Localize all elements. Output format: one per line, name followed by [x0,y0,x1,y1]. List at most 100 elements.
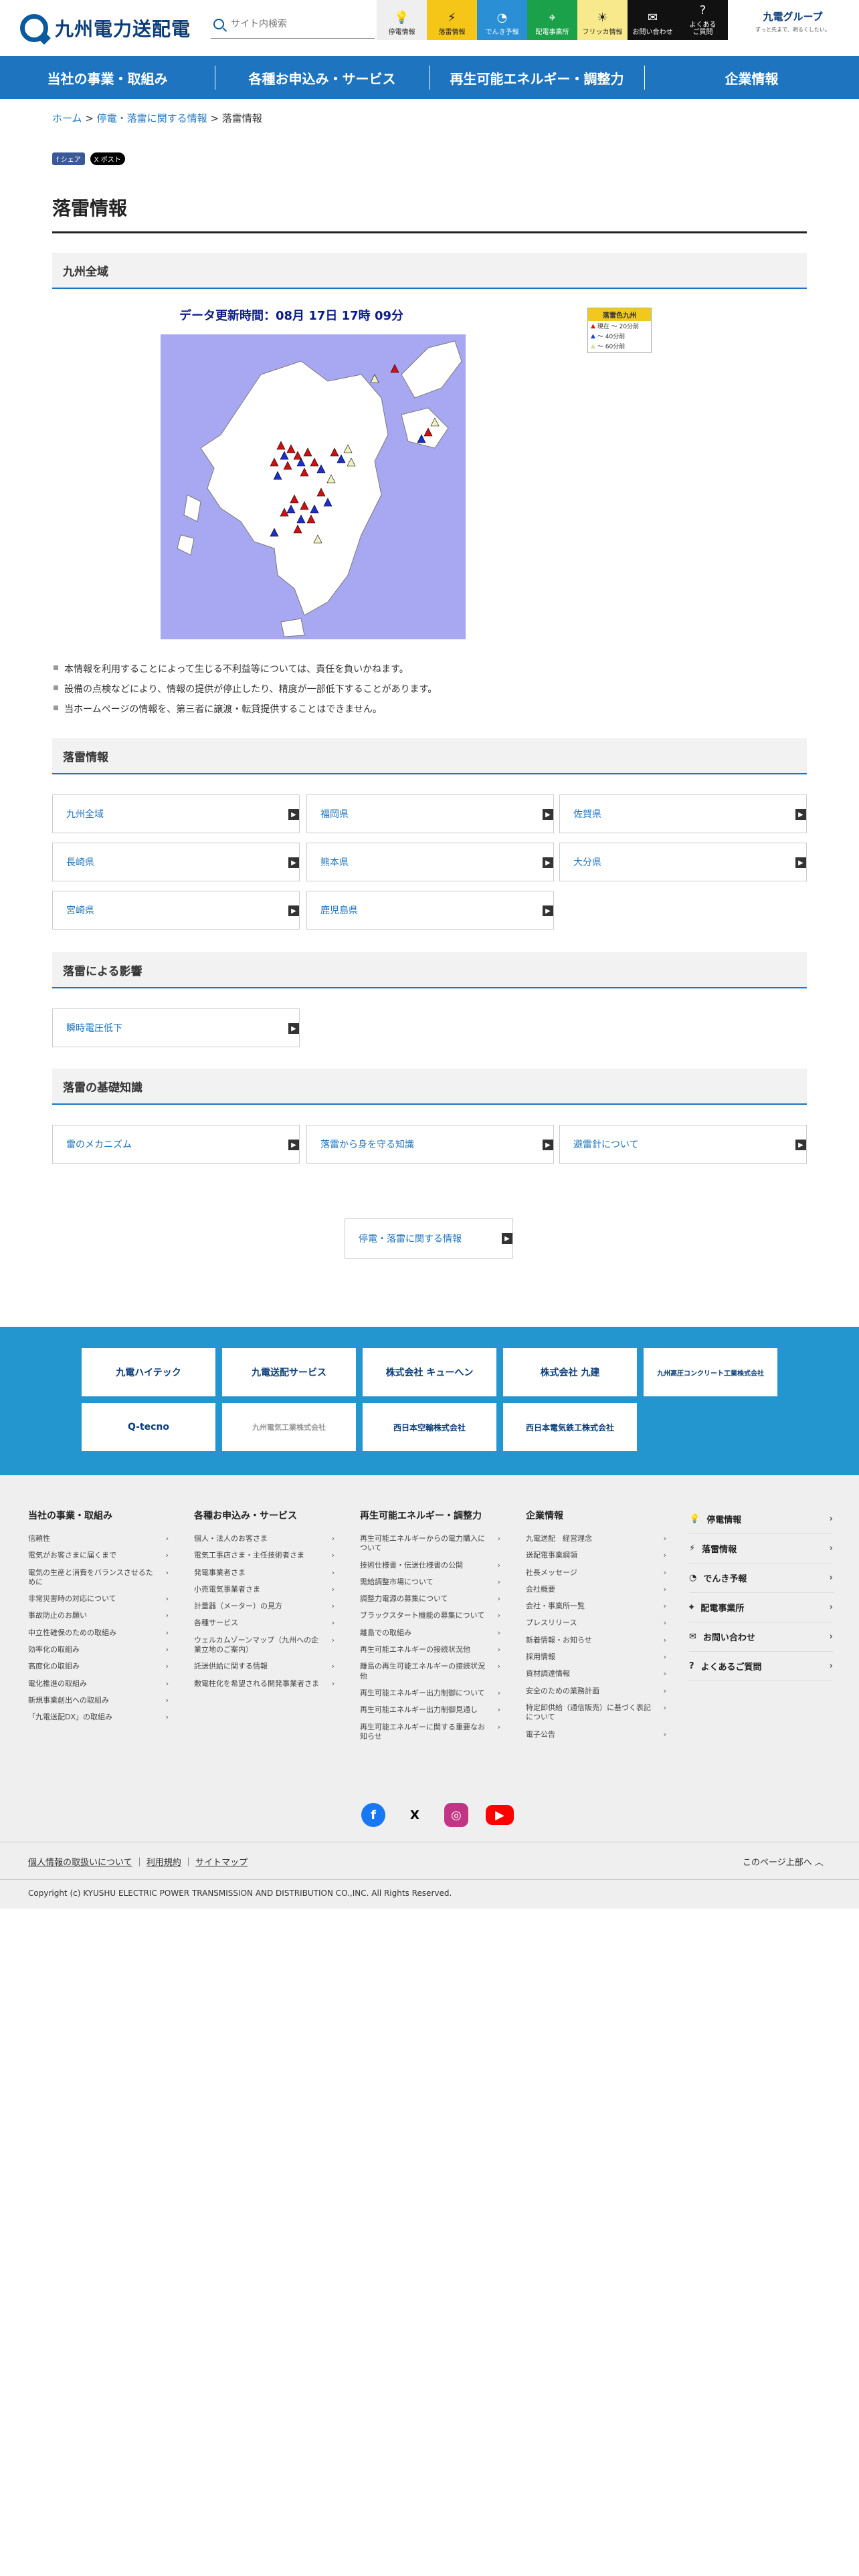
footer-link[interactable]: 再生可能エネルギー出力制御について [360,1689,500,1699]
gauge-icon: ◔ [496,10,508,25]
facebook-share-button[interactable]: f シェア [52,152,85,165]
footer-link[interactable]: 資材調達情報 [526,1669,666,1679]
footer-link[interactable]: 非常災害時の対応について [28,1594,169,1604]
footer-quick-bulb[interactable]: 💡 停電情報 [689,1505,833,1534]
lightning-link-nagasaki[interactable]: 長崎県 ▶ [52,843,300,881]
group-logo[interactable]: 九電グループ ずっと先まで、明るくしたい。 [746,9,840,40]
footer-link[interactable]: 九電送配 経営理念 [526,1534,666,1544]
nav-renewable[interactable]: 再生可能エネルギー・調整力 [430,56,644,99]
footer-link[interactable]: 高度化の取組み [28,1662,169,1672]
lightning-link-miyazaki[interactable]: 宮崎県 ▶ [52,891,300,930]
footer-quick-gauge[interactable]: ◔ でんき予報 [689,1564,833,1593]
nav-business[interactable]: 当社の事業・取組み [0,56,215,99]
footer-link[interactable]: 再生可能エネルギーの接続状況他 [360,1645,500,1655]
basics-link-lightning-rod[interactable]: 避雷針について ▶ [559,1125,807,1164]
footer-link[interactable]: 特定卸供給（通信販売）に基づく表記について [526,1703,666,1723]
footer-quick-pin[interactable]: ⌖ 配電事業所 [689,1593,833,1622]
banner-qtecno[interactable]: Q-tecno [82,1403,215,1451]
x-icon[interactable]: X [403,1803,427,1827]
x-post-button[interactable]: X ポスト [90,152,125,165]
impact-link-voltage-dip[interactable]: 瞬時電圧低下 ▶ [52,1008,300,1047]
banner-kyuken[interactable]: 株式会社 九建 [503,1348,637,1396]
footer-link[interactable]: 会社概要 [526,1585,666,1595]
footer-link[interactable]: 離島の再生可能エネルギーの接続状況 他 [360,1662,500,1681]
qlink-forecast[interactable]: ◔ でんき予報 [477,0,527,40]
site-logo[interactable]: 九州電力送配電 [20,13,191,43]
breadcrumb-parent[interactable]: 停電・落雷に関する情報 [97,112,207,124]
instagram-icon[interactable]: ◎ [444,1803,468,1827]
x-post-label: ポスト [100,156,121,164]
footer-link[interactable]: 事故防止のお願い [28,1611,169,1621]
footer-link[interactable]: 信頼性 [28,1534,169,1544]
search-input[interactable] [231,18,358,29]
banner-souhai-service[interactable]: 九電送配サービス [222,1348,356,1396]
footer-link[interactable]: 効率化の取組み [28,1645,169,1655]
youtube-icon[interactable]: ▶ [486,1805,514,1825]
footer-link[interactable]: 計量器（メーター）の見方 [194,1602,335,1612]
footer-quick-lightning[interactable]: ⚡ 落雷情報 [689,1534,833,1564]
lightning-link-kumamoto[interactable]: 熊本県 ▶ [306,843,554,881]
banner-concrete[interactable]: 九州高圧コンクリート工業株式会社 [644,1348,777,1396]
footer-link[interactable]: 電気工事店さま・主任技術者さま [194,1551,335,1561]
footer-quick-question[interactable]: ? よくあるご質問 [689,1652,833,1681]
lightning-link-kyushu[interactable]: 九州全域 ▶ [52,794,300,833]
footer-link[interactable]: 採用情報 [526,1652,666,1662]
lightning-link-oita[interactable]: 大分県 ▶ [559,843,807,881]
nav-services[interactable]: 各種お申込み・サービス [215,56,430,99]
banner-nishinihon-kuyu[interactable]: 西日本空輸株式会社 [363,1403,496,1451]
footer-link[interactable]: 安全のための業務計画 [526,1687,666,1697]
banner-denki-kogyo[interactable]: 九州電気工業株式会社 [222,1403,356,1451]
footer-link[interactable]: 各種サービス [194,1618,335,1628]
lightning-link-kagoshima[interactable]: 鹿児島県 ▶ [306,891,554,930]
qlink-faq[interactable]: ? よくある ご質問 [678,0,728,40]
qlink-lightning[interactable]: ⚡ 落雷情報 [427,0,477,40]
footer-link[interactable]: 小売電気事業者さま [194,1585,335,1595]
footer-link[interactable]: 発電事業者さま [194,1568,335,1578]
search-icon[interactable] [213,18,224,29]
footer-link[interactable]: 新規事業創出への取組み [28,1696,169,1706]
qlink-outage[interactable]: 💡 停電情報 [377,0,427,40]
breadcrumb-home[interactable]: ホーム [52,112,82,124]
footer-link[interactable]: 電子公告 [526,1730,666,1740]
footer-link[interactable]: プレスリリース [526,1618,666,1628]
qlink-flicker[interactable]: ☀ フリッカ情報 [577,0,628,40]
footer-link[interactable]: 新着情報・お知らせ [526,1636,666,1646]
facebook-icon[interactable]: f [361,1803,385,1827]
qlink-office[interactable]: ⌖ 配電事業所 [527,0,577,40]
basics-link-safety[interactable]: 落雷から身を守る知識 ▶ [306,1125,554,1164]
footer-link[interactable]: 再生可能エネルギーに関する重要なお知らせ [360,1723,500,1742]
privacy-link[interactable]: 個人情報の取扱いについて [28,1858,132,1868]
footer-link[interactable]: 需給調整市場について [360,1578,500,1588]
footer-link[interactable]: 電気がお客さまに届くまで [28,1551,169,1561]
footer-link[interactable]: 社長メッセージ [526,1568,666,1578]
qlink-contact[interactable]: ✉ お問い合わせ [628,0,678,40]
banner-hitech[interactable]: 九電ハイテック [82,1348,215,1396]
footer-link[interactable]: ブラックスタート機能の募集について [360,1611,500,1621]
basics-link-mechanism[interactable]: 雷のメカニズム ▶ [52,1125,300,1164]
footer-link[interactable]: 電化推進の取組み [28,1679,169,1689]
footer-link[interactable]: 「九電送配DX」の取組み [28,1713,169,1723]
lightning-link-fukuoka[interactable]: 福岡県 ▶ [306,794,554,833]
nav-corporate[interactable]: 企業情報 [644,56,859,99]
footer-quick-mail[interactable]: ✉ お問い合わせ [689,1622,833,1652]
lightning-link-saga[interactable]: 佐賀県 ▶ [559,794,807,833]
footer-link[interactable]: 中立性確保のための取組み [28,1628,169,1638]
related-link-outage-lightning[interactable]: 停電・落雷に関する情報 ▶ [345,1218,513,1259]
footer-link[interactable]: 離島での取組み [360,1628,500,1638]
footer-link[interactable]: 託送供給に関する情報 [194,1662,335,1672]
footer-link[interactable]: 技術仕様書・伝送仕様書の公開 [360,1561,500,1571]
footer-link[interactable]: 送配電事業綱領 [526,1551,666,1561]
footer-link[interactable]: 個人・法人のお客さま [194,1534,335,1544]
footer-link[interactable]: 再生可能エネルギーからの電力購入について [360,1534,500,1553]
terms-link[interactable]: 利用規約 [147,1858,181,1868]
footer-link[interactable]: 会社・事業所一覧 [526,1602,666,1612]
footer-link[interactable]: 敷電柱化を希望される開発事業者さま [194,1679,335,1689]
footer-link[interactable]: 電気の生産と消費をバランスさせるために [28,1568,169,1588]
footer-link[interactable]: 調整力電源の募集について [360,1594,500,1604]
footer-link[interactable]: 再生可能エネルギー出力制御見通し [360,1705,500,1715]
sitemap-link[interactable]: サイトマップ [195,1858,248,1868]
banner-kyuhen[interactable]: 株式会社 キューへン [363,1348,496,1396]
footer-link[interactable]: ウェルカムゾーンマップ（九州への企業立地のご案内） [194,1636,335,1655]
banner-nishinihon-tekko[interactable]: 西日本電気鉄工株式会社 [503,1403,637,1451]
page-top-link[interactable]: このページ上部へ ︿ [743,1855,824,1868]
